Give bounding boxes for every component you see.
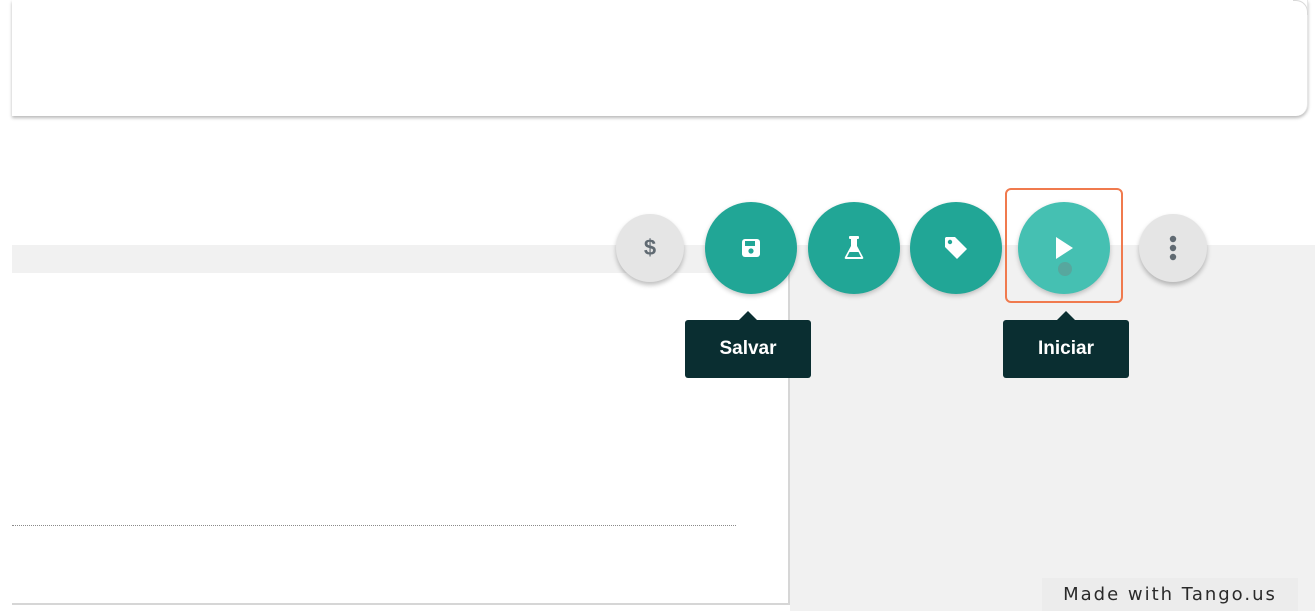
right-panel — [790, 245, 1315, 611]
top-card — [12, 0, 1308, 116]
top-card-corner — [1293, 0, 1308, 15]
play-icon — [1056, 237, 1073, 259]
more-vertical-icon — [1169, 235, 1177, 261]
tag-button[interactable] — [910, 202, 1002, 294]
more-button[interactable] — [1139, 214, 1207, 282]
tag-icon — [945, 237, 967, 259]
flask-icon — [844, 236, 864, 259]
test-button[interactable] — [808, 202, 900, 294]
dollar-icon: $ — [643, 235, 657, 260]
cursor-indicator — [1058, 262, 1072, 276]
save-icon — [742, 239, 760, 257]
dotted-divider — [12, 525, 736, 526]
save-tooltip-arrow — [739, 311, 757, 320]
save-tooltip: Salvar — [685, 311, 811, 378]
cost-button[interactable]: $ — [616, 214, 684, 282]
start-button[interactable] — [1018, 202, 1110, 294]
editor-panel — [12, 273, 790, 605]
start-tooltip-arrow — [1057, 311, 1075, 320]
save-button[interactable] — [705, 202, 797, 294]
save-tooltip-label: Salvar — [719, 338, 777, 359]
tango-watermark: Made with Tango.us — [1042, 578, 1298, 611]
start-tooltip: Iniciar — [1003, 311, 1129, 378]
start-tooltip-label: Iniciar — [1038, 338, 1094, 359]
